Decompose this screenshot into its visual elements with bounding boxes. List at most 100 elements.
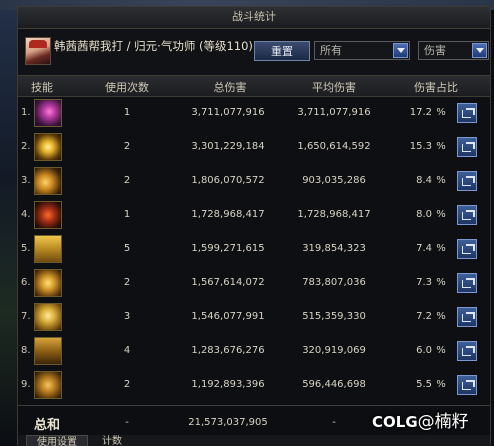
row-index: 9. <box>21 379 31 390</box>
watermark-text: @楠籽 <box>417 412 469 432</box>
combat-stats-window: 战斗统计 韩茜茜帮我打 / 归元·气功师 (等级110) 重置 所有 伤害 技能… <box>17 6 491 446</box>
skill-icon <box>34 99 62 127</box>
skill-icon <box>34 133 62 161</box>
row-damage-share: 8.0 <box>416 209 432 220</box>
total-avg: - <box>332 417 336 428</box>
row-avg-damage: 783,807,036 <box>302 277 366 288</box>
metric-select-value: 伤害 <box>424 44 446 57</box>
table-row[interactable]: 8. 4 1,283,676,276 320,919,069 6.0 % <box>18 334 490 368</box>
row-uses: 3 <box>123 311 131 322</box>
row-avg-damage: 515,359,330 <box>302 311 366 322</box>
table-row[interactable]: 2. 2 3,301,229,184 1,650,614,592 15.3 % <box>18 130 490 164</box>
column-skill: 技能 <box>31 81 53 94</box>
row-percent-unit: % <box>436 141 446 152</box>
row-avg-damage: 1,650,614,592 <box>297 141 371 152</box>
row-avg-damage: 3,711,077,916 <box>297 107 371 118</box>
character-avatar <box>25 37 51 65</box>
row-index: 8. <box>21 345 31 356</box>
share-icon[interactable] <box>457 171 477 191</box>
share-icon[interactable] <box>457 239 477 259</box>
row-total-damage: 1,283,676,276 <box>191 345 265 356</box>
row-uses: 1 <box>123 107 131 118</box>
row-percent-unit: % <box>436 277 446 288</box>
row-damage-share: 7.3 <box>416 277 432 288</box>
tab-usage-settings[interactable]: 使用设置 <box>26 435 88 446</box>
chevron-down-icon[interactable] <box>472 43 487 58</box>
column-damage-share: 伤害占比 <box>414 81 458 94</box>
skill-icon <box>34 167 62 195</box>
table-row[interactable]: 4. 1 1,728,968,417 1,728,968,417 8.0 % <box>18 198 490 232</box>
share-icon[interactable] <box>457 103 477 123</box>
row-damage-share: 15.3 <box>409 141 432 152</box>
table-row[interactable]: 7. 3 1,546,077,991 515,359,330 7.2 % <box>18 300 490 334</box>
total-uses: - <box>125 417 129 428</box>
reset-button[interactable]: 重置 <box>254 41 310 61</box>
column-avg-damage: 平均伤害 <box>312 81 356 94</box>
row-index: 7. <box>21 311 31 322</box>
row-damage-share: 5.5 <box>416 379 432 390</box>
metric-select[interactable]: 伤害 <box>418 41 489 60</box>
row-damage-share: 8.4 <box>416 175 432 186</box>
table-row[interactable]: 9. 2 1,192,893,396 596,446,698 5.5 % <box>18 368 490 402</box>
table-row[interactable]: 1. 1 3,711,077,916 3,711,077,916 17.2 % <box>18 96 490 130</box>
total-damage: 21,573,037,905 <box>188 417 268 428</box>
skill-icon <box>34 235 62 263</box>
row-index: 6. <box>21 277 31 288</box>
share-icon[interactable] <box>457 137 477 157</box>
row-uses: 2 <box>123 175 131 186</box>
row-percent-unit: % <box>436 175 446 186</box>
row-total-damage: 3,301,229,184 <box>191 141 265 152</box>
row-avg-damage: 320,919,069 <box>302 345 366 356</box>
row-total-damage: 1,599,271,615 <box>191 243 265 254</box>
share-icon[interactable] <box>457 273 477 293</box>
row-uses: 1 <box>123 209 131 220</box>
skill-icon <box>34 201 62 229</box>
row-damage-share: 7.4 <box>416 243 432 254</box>
row-percent-unit: % <box>436 311 446 322</box>
column-header: 技能 使用次数 总伤害 平均伤害 伤害占比 <box>18 75 490 97</box>
row-damage-share: 17.2 <box>409 107 432 118</box>
character-header: 韩茜茜帮我打 / 归元·气功师 (等级110) 重置 所有 伤害 <box>18 29 490 75</box>
row-avg-damage: 903,035,286 <box>302 175 366 186</box>
table-row[interactable]: 6. 2 1,567,614,072 783,807,036 7.3 % <box>18 266 490 300</box>
character-name: 韩茜茜帮我打 / 归元·气功师 (等级110) <box>54 39 253 53</box>
column-total-damage: 总伤害 <box>213 81 247 94</box>
row-total-damage: 1,546,077,991 <box>191 311 265 322</box>
row-total-damage: 1,728,968,417 <box>191 209 265 220</box>
row-total-damage: 3,711,077,916 <box>191 107 265 118</box>
row-index: 4. <box>21 209 31 220</box>
share-icon[interactable] <box>457 375 477 395</box>
share-icon[interactable] <box>457 307 477 327</box>
skill-icon <box>34 371 62 399</box>
tab-count[interactable]: 计数 <box>92 435 132 446</box>
row-total-damage: 1,192,893,396 <box>191 379 265 390</box>
row-total-damage: 1,567,614,072 <box>191 277 265 288</box>
row-damage-share: 6.0 <box>416 345 432 356</box>
row-avg-damage: 1,728,968,417 <box>297 209 371 220</box>
column-uses: 使用次数 <box>105 81 149 94</box>
row-percent-unit: % <box>436 243 446 254</box>
row-total-damage: 1,806,070,572 <box>191 175 265 186</box>
row-percent-unit: % <box>436 345 446 356</box>
row-index: 3. <box>21 175 31 186</box>
share-icon[interactable] <box>457 341 477 361</box>
row-uses: 4 <box>123 345 131 356</box>
row-percent-unit: % <box>436 107 446 118</box>
table-row[interactable]: 5. 5 1,599,271,615 319,854,323 7.4 % <box>18 232 490 266</box>
row-percent-unit: % <box>436 209 446 220</box>
row-avg-damage: 596,446,698 <box>302 379 366 390</box>
row-uses: 2 <box>123 379 131 390</box>
watermark-logo: COLG <box>372 413 418 431</box>
skill-icon <box>34 269 62 297</box>
total-label: 总和 <box>34 418 61 433</box>
skill-icon <box>34 337 62 365</box>
share-icon[interactable] <box>457 205 477 225</box>
table-row[interactable]: 3. 2 1,806,070,572 903,035,286 8.4 % <box>18 164 490 198</box>
row-damage-share: 7.2 <box>416 311 432 322</box>
chevron-down-icon[interactable] <box>393 43 408 58</box>
skill-icon <box>34 303 62 331</box>
filter-select-value: 所有 <box>320 44 342 57</box>
row-uses: 2 <box>123 141 131 152</box>
filter-select[interactable]: 所有 <box>314 41 410 60</box>
window-title[interactable]: 战斗统计 <box>18 7 490 29</box>
